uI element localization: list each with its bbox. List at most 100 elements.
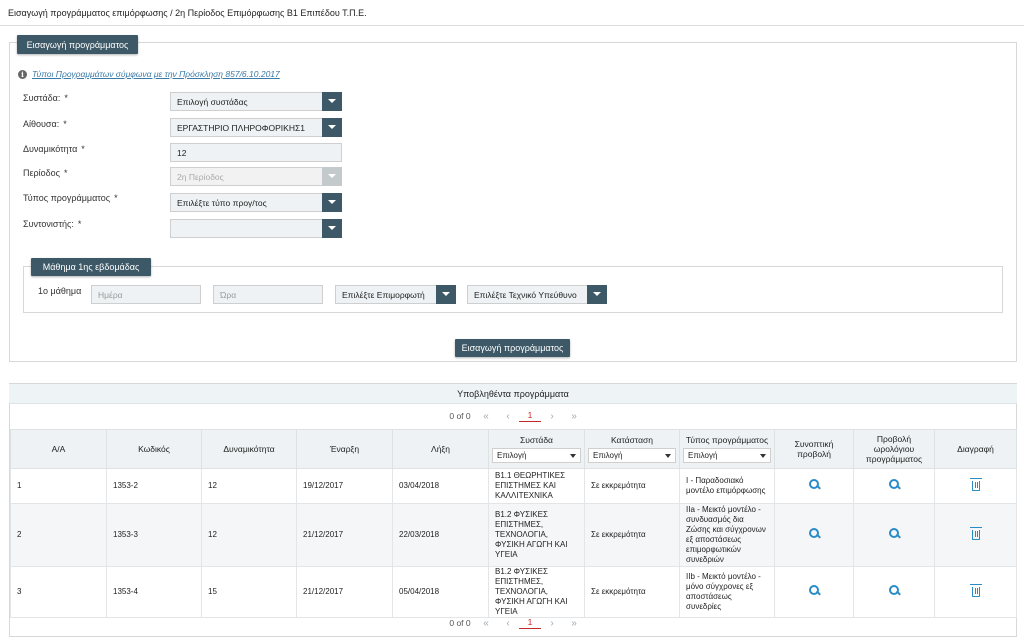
cell-delete [934,503,1017,567]
cluster-filter-select[interactable]: Επιλογή [492,448,581,463]
cell-schedule [853,503,935,567]
current-page[interactable]: 1 [519,617,541,629]
syntonistis-select[interactable] [170,218,342,238]
trash-icon[interactable] [969,477,982,491]
systada-select[interactable]: Επιλογή συστάδας [170,91,342,111]
type-filter-select[interactable]: Επιλογή [683,448,771,463]
page-title: Εισαγωγή προγράμματος επιμόρφωσης / 2η Π… [8,8,367,18]
current-page[interactable]: 1 [519,410,541,422]
systada-select-value: Επιλογή συστάδας [177,96,248,107]
search-icon[interactable] [808,528,820,539]
cell-delete [934,566,1017,618]
col-end: Λήξη [392,429,489,469]
tech-select[interactable]: Επιλέξτε Τεχνικό Υπεύθυνο [467,284,607,304]
day-input[interactable]: Ημέρα [91,285,201,304]
chevron-down-icon[interactable] [322,91,342,111]
top-pagination: 0 of 0 « ‹ 1 › » [445,410,585,422]
cell-start: 21/12/2017 [296,503,393,567]
cell-capacity: 12 [201,503,297,567]
aithousa-select-value: ΕΡΓΑΣΤΗΡΙΟ ΠΛΗΡΟΦΟΡΙΚΗΣ1 [177,122,305,133]
program-types-link-text[interactable]: Τύποι Προγραμμάτων σύμφωνα με την Πρόσκλ… [32,69,280,79]
search-icon[interactable] [888,528,900,539]
status-filter-select[interactable]: Επιλογή [588,448,676,463]
last-page-icon[interactable]: » [563,411,585,422]
cell-summary [774,503,854,567]
col-code: Κωδικός [106,429,202,469]
typos-label: Τύπος προγράμματος * [23,193,118,203]
cell-summary [774,468,854,504]
col-start: Έναρξη [296,429,393,469]
col-status: Κατάσταση Επιλογή [584,429,680,469]
col-capacity: Δυναμικότητα [201,429,297,469]
program-types-link[interactable]: i Τύποι Προγραμμάτων σύμφωνα με την Πρόσ… [18,69,280,79]
chevron-down-icon[interactable] [322,117,342,137]
cell-summary [774,566,854,618]
cell-cluster: Β1.2 ΦΥΣΙΚΕΣ ΕΠΙΣΤΗΜΕΣ, ΤΕΧΝΟΛΟΓΙΑ, ΦΥΣΙ… [488,566,585,618]
cell-aa: 1 [10,468,107,504]
table-row: 2 1353-3 12 21/12/2017 22/03/2018 Β1.2 Φ… [10,503,1017,567]
time-input[interactable]: Ώρα [213,285,323,304]
syntonistis-label: Συντονιστής: * [23,219,82,229]
week-legend: Μάθημα 1ης εβδομάδας [31,258,151,276]
cell-cluster: Β1.1 ΘΕΩΡΗΤΙΚΕΣ ΕΠΙΣΤΗΜΕΣ ΚΑΙ ΚΑΛΛΙΤΕΧΝΙ… [488,468,585,504]
cell-end: 05/04/2018 [392,566,489,618]
cell-start: 19/12/2017 [296,468,393,504]
cell-end: 03/04/2018 [392,468,489,504]
chevron-down-icon[interactable] [436,284,456,304]
cell-status: Σε εκκρεμότητα [584,503,680,567]
col-status-label: Κατάσταση [610,435,653,445]
cell-code: 1353-3 [106,503,202,567]
program-form-panel [9,42,1017,362]
search-icon[interactable] [888,479,900,490]
prev-page-icon[interactable]: ‹ [497,411,519,422]
form-tab-title: Εισαγωγή προγράμματος [17,35,138,54]
aithousa-select[interactable]: ΕΡΓΑΣΤΗΡΙΟ ΠΛΗΡΟΦΟΡΙΚΗΣ1 [170,117,342,137]
chevron-down-icon[interactable] [322,218,342,238]
cell-schedule [853,566,935,618]
first-page-icon[interactable]: « [475,618,497,629]
bottom-pagination: 0 of 0 « ‹ 1 › » [445,617,585,629]
cell-aa: 3 [10,566,107,618]
trash-icon[interactable] [969,583,982,597]
cell-type: I - Παραδοσιακό μοντέλο επιμόρφωσης [679,468,775,504]
search-icon[interactable] [808,585,820,596]
cell-status: Σε εκκρεμότητα [584,566,680,618]
cell-delete [934,468,1017,504]
trash-icon[interactable] [969,526,982,540]
tech-select-value: Επιλέξτε Τεχνικό Υπεύθυνο [474,289,577,300]
first-page-icon[interactable]: « [475,411,497,422]
next-page-icon[interactable]: › [541,618,563,629]
search-icon[interactable] [808,479,820,490]
cell-aa: 2 [10,503,107,567]
dynamikotita-input[interactable]: 12 [170,143,342,162]
submit-program-button[interactable]: Εισαγωγή προγράμματος [455,339,570,357]
next-page-icon[interactable]: › [541,411,563,422]
col-cluster: Συστάδα Επιλογή [488,429,585,469]
systada-label: Συστάδα: * [23,93,68,103]
chevron-down-icon [322,166,342,186]
dynamikotita-label: Δυναμικότητα * [23,144,85,154]
submitted-programs-table: Α/Α Κωδικός Δυναμικότητα Έναρξη Λήξη Συσ… [10,429,1017,618]
search-icon[interactable] [888,585,900,596]
cell-code: 1353-2 [106,468,202,504]
periodos-select-value: 2η Περίοδος [177,171,224,182]
page-count: 0 of 0 [449,618,471,628]
page-count: 0 of 0 [449,411,471,421]
trainer-select-value: Επιλέξτε Επιμορφωτή [342,289,425,300]
chevron-down-icon[interactable] [322,192,342,212]
cell-cluster: Β1.2 ΦΥΣΙΚΕΣ ΕΠΙΣΤΗΜΕΣ, ΤΕΧΝΟΛΟΓΙΑ, ΦΥΣΙ… [488,503,585,567]
typos-select-value: Επιλέξτε τύπο προγ/τος [177,197,267,208]
lesson-label: 1ο μάθημα [38,286,82,296]
typos-select[interactable]: Επιλέξτε τύπο προγ/τος [170,192,342,212]
prev-page-icon[interactable]: ‹ [497,618,519,629]
chevron-down-icon[interactable] [587,284,607,304]
periodos-select: 2η Περίοδος [170,166,342,186]
cell-capacity: 12 [201,468,297,504]
col-cluster-label: Συστάδα [520,435,553,445]
last-page-icon[interactable]: » [563,618,585,629]
cell-start: 21/12/2017 [296,566,393,618]
col-schedule: Προβολή ωρολόγιου προγράμματος [853,429,935,469]
submitted-programs-title: Υποβληθέντα προγράμματα [9,384,1017,404]
trainer-select[interactable]: Επιλέξτε Επιμορφωτή [335,284,456,304]
cell-status: Σε εκκρεμότητα [584,468,680,504]
